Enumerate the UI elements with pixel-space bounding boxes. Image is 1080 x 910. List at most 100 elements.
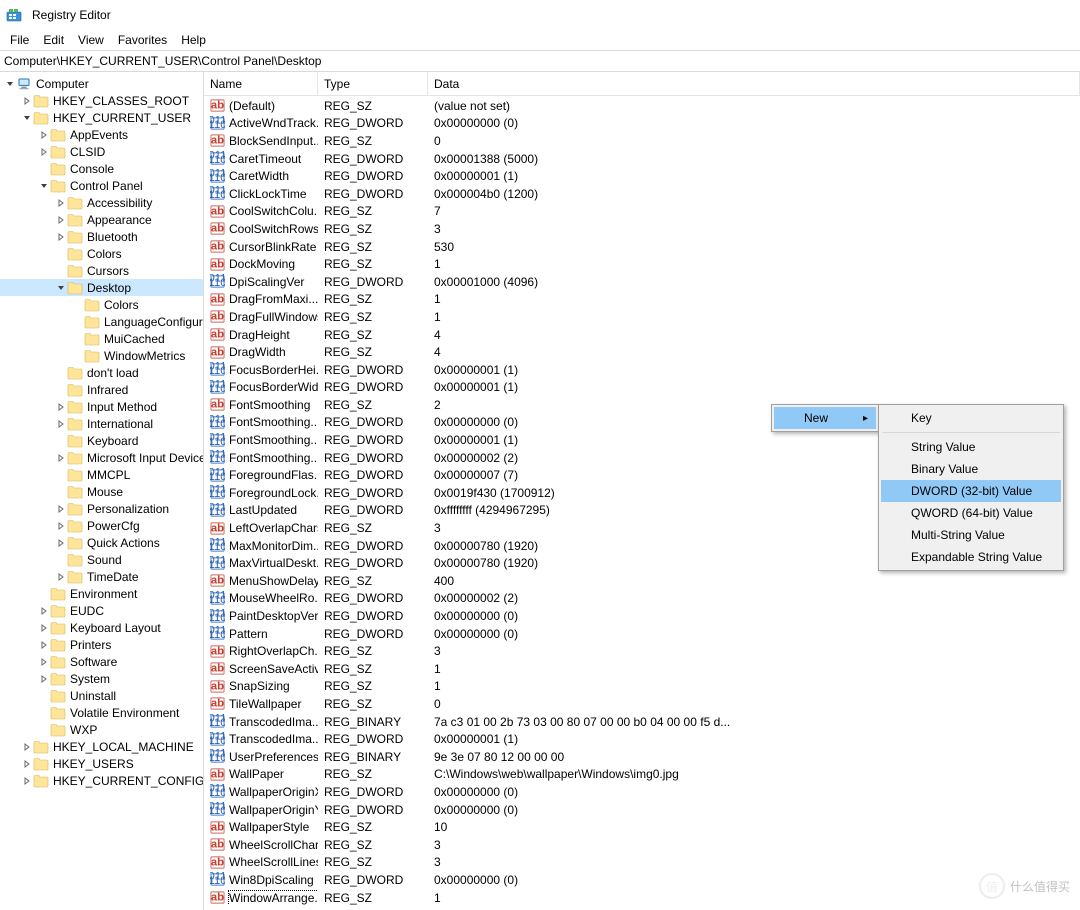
list-row[interactable]: WheelScrollCharsREG_SZ3	[204, 836, 1080, 854]
list-row[interactable]: DpiScalingVerREG_DWORD0x00001000 (4096)	[204, 273, 1080, 291]
tree-item[interactable]: Keyboard	[0, 432, 203, 449]
tree-item[interactable]: Control Panel	[0, 177, 203, 194]
list-row[interactable]: MouseWheelRo...REG_DWORD0x00000002 (2)	[204, 590, 1080, 608]
tree-item[interactable]: Input Method	[0, 398, 203, 415]
chevron-down-icon[interactable]	[21, 112, 33, 124]
tree-item[interactable]: TimeDate	[0, 568, 203, 585]
list-row[interactable]: PatternREG_DWORD0x00000000 (0)	[204, 625, 1080, 643]
list-row[interactable]: CursorBlinkRateREG_SZ530	[204, 238, 1080, 256]
list-row[interactable]: UserPreferences...REG_BINARY9e 3e 07 80 …	[204, 748, 1080, 766]
tree-item[interactable]: Volatile Environment	[0, 704, 203, 721]
tree-item[interactable]: Desktop	[0, 279, 203, 296]
tree-item[interactable]: HKEY_CURRENT_USER	[0, 109, 203, 126]
ctx-item-expand[interactable]: Expandable String Value	[881, 546, 1061, 568]
tree-item[interactable]: HKEY_CURRENT_CONFIG	[0, 772, 203, 789]
list-row[interactable]: ClickLockTimeREG_DWORD0x000004b0 (1200)	[204, 185, 1080, 203]
list-row[interactable]: WheelScrollLinesREG_SZ3	[204, 854, 1080, 872]
tree-item[interactable]: don't load	[0, 364, 203, 381]
chevron-right-icon[interactable]	[38, 622, 50, 634]
list-row[interactable]: SnapSizingREG_SZ1	[204, 678, 1080, 696]
chevron-right-icon[interactable]	[55, 214, 67, 226]
list-row[interactable]: (Default)REG_SZ(value not set)	[204, 97, 1080, 115]
col-name[interactable]: Name	[204, 72, 318, 95]
chevron-right-icon[interactable]	[55, 571, 67, 583]
tree-item[interactable]: PowerCfg	[0, 517, 203, 534]
chevron-down-icon[interactable]	[55, 282, 67, 294]
ctx-item-string[interactable]: String Value	[881, 436, 1061, 458]
list-row[interactable]: FocusBorderHei...REG_DWORD0x00000001 (1)	[204, 361, 1080, 379]
list-row[interactable]: WallpaperOriginXREG_DWORD0x00000000 (0)	[204, 783, 1080, 801]
chevron-right-icon[interactable]	[55, 503, 67, 515]
menu-file[interactable]: File	[4, 31, 35, 49]
ctx-item-key[interactable]: Key	[881, 407, 1061, 429]
tree-item[interactable]: HKEY_USERS	[0, 755, 203, 772]
tree-item[interactable]: Environment	[0, 585, 203, 602]
tree-item[interactable]: System	[0, 670, 203, 687]
chevron-down-icon[interactable]	[4, 78, 16, 90]
chevron-right-icon[interactable]	[38, 656, 50, 668]
menu-view[interactable]: View	[72, 31, 110, 49]
tree-item[interactable]: Cursors	[0, 262, 203, 279]
list-row[interactable]: TileWallpaperREG_SZ0	[204, 695, 1080, 713]
col-data[interactable]: Data	[428, 72, 1080, 95]
chevron-right-icon[interactable]	[55, 418, 67, 430]
tree-item[interactable]: CLSID	[0, 143, 203, 160]
chevron-down-icon[interactable]	[38, 180, 50, 192]
tree-item[interactable]: Uninstall	[0, 687, 203, 704]
tree-item[interactable]: Software	[0, 653, 203, 670]
list-row[interactable]: TranscodedIma...REG_DWORD0x00000001 (1)	[204, 730, 1080, 748]
address-bar[interactable]: Computer\HKEY_CURRENT_USER\Control Panel…	[0, 50, 1080, 72]
list-row[interactable]: DragWidthREG_SZ4	[204, 343, 1080, 361]
context-submenu-new[interactable]: Key String Value Binary Value DWORD (32-…	[878, 404, 1064, 571]
tree-item[interactable]: Quick Actions	[0, 534, 203, 551]
tree-item[interactable]: Computer	[0, 75, 203, 92]
menu-help[interactable]: Help	[175, 31, 212, 49]
tree-item[interactable]: Keyboard Layout	[0, 619, 203, 636]
tree-item[interactable]: LanguageConfigurat	[0, 313, 203, 330]
list-row[interactable]: CaretTimeoutREG_DWORD0x00001388 (5000)	[204, 150, 1080, 168]
tree-item[interactable]: AppEvents	[0, 126, 203, 143]
tree-item[interactable]: MuiCached	[0, 330, 203, 347]
tree-item[interactable]: HKEY_LOCAL_MACHINE	[0, 738, 203, 755]
tree-item[interactable]: Accessibility	[0, 194, 203, 211]
menu-edit[interactable]: Edit	[37, 31, 70, 49]
list-row[interactable]: RightOverlapCh...REG_SZ3	[204, 642, 1080, 660]
list-row[interactable]: DragFullWindowsREG_SZ1	[204, 308, 1080, 326]
chevron-right-icon[interactable]	[55, 452, 67, 464]
list-row[interactable]: TranscodedIma...REG_BINARY7a c3 01 00 2b…	[204, 713, 1080, 731]
chevron-right-icon[interactable]	[38, 129, 50, 141]
tree-item[interactable]: EUDC	[0, 602, 203, 619]
tree-item[interactable]: HKEY_CLASSES_ROOT	[0, 92, 203, 109]
list-row[interactable]: DragFromMaxi...REG_SZ1	[204, 291, 1080, 309]
chevron-right-icon[interactable]	[38, 146, 50, 158]
chevron-right-icon[interactable]	[38, 639, 50, 651]
list-row[interactable]: WallpaperStyleREG_SZ10	[204, 818, 1080, 836]
tree-item[interactable]: Colors	[0, 245, 203, 262]
tree-item[interactable]: Infrared	[0, 381, 203, 398]
ctx-item-multi[interactable]: Multi-String Value	[881, 524, 1061, 546]
tree-item[interactable]: Mouse	[0, 483, 203, 500]
tree-panel[interactable]: ComputerHKEY_CLASSES_ROOTHKEY_CURRENT_US…	[0, 72, 204, 910]
list-row[interactable]: ScreenSaveActiveREG_SZ1	[204, 660, 1080, 678]
list-row[interactable]: MenuShowDelayREG_SZ400	[204, 572, 1080, 590]
tree-item[interactable]: Sound	[0, 551, 203, 568]
chevron-right-icon[interactable]	[55, 537, 67, 549]
tree-item[interactable]: International	[0, 415, 203, 432]
list-row[interactable]: CoolSwitchRowsREG_SZ3	[204, 220, 1080, 238]
tree-item[interactable]: Console	[0, 160, 203, 177]
chevron-right-icon[interactable]	[21, 775, 33, 787]
menu-favorites[interactable]: Favorites	[112, 31, 173, 49]
tree-item[interactable]: Personalization	[0, 500, 203, 517]
list-row[interactable]: CaretWidthREG_DWORD0x00000001 (1)	[204, 167, 1080, 185]
list-row[interactable]: WallpaperOriginYREG_DWORD0x00000000 (0)	[204, 801, 1080, 819]
list-row[interactable]: Win8DpiScalingREG_DWORD0x00000000 (0)	[204, 871, 1080, 889]
list-row[interactable]: WallPaperREG_SZC:\Windows\web\wallpaper\…	[204, 766, 1080, 784]
tree-item[interactable]: WXP	[0, 721, 203, 738]
list-row[interactable]: BlockSendInput...REG_SZ0	[204, 132, 1080, 150]
tree-item[interactable]: Colors	[0, 296, 203, 313]
ctx-item-binary[interactable]: Binary Value	[881, 458, 1061, 480]
list-row[interactable]: CoolSwitchColu...REG_SZ7	[204, 203, 1080, 221]
chevron-right-icon[interactable]	[38, 605, 50, 617]
chevron-right-icon[interactable]	[38, 673, 50, 685]
tree-item[interactable]: Microsoft Input Devices	[0, 449, 203, 466]
